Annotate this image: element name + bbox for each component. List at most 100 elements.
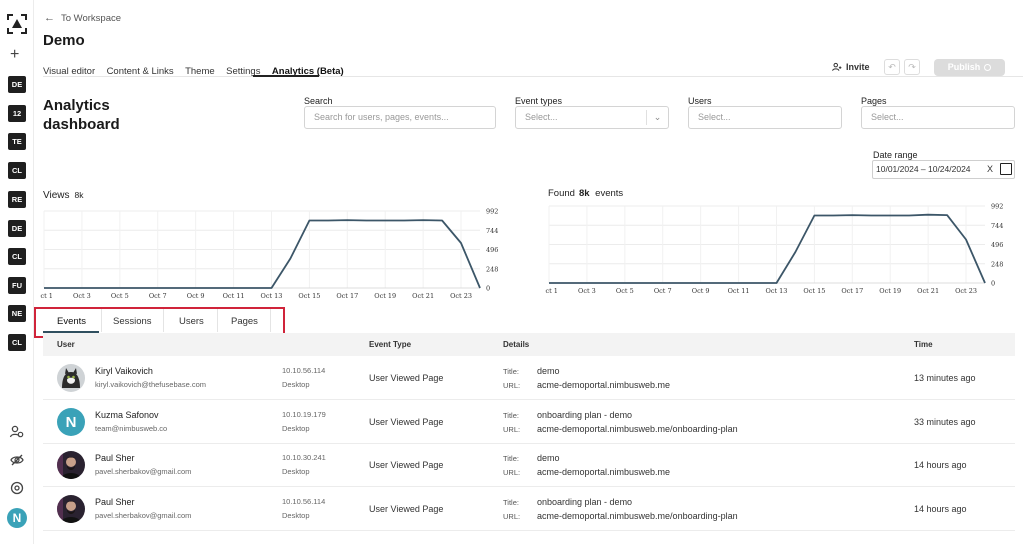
chevron-down-icon: ⌄: [646, 110, 668, 125]
person-avatar: [57, 494, 85, 523]
ip-address: 10.10.56.114: [282, 496, 326, 506]
event-time: 13 minutes ago: [914, 373, 976, 383]
y-tick-label: 496: [991, 241, 1003, 249]
users-select[interactable]: Select...: [688, 106, 842, 129]
x-tick-label: Oct 7: [149, 292, 167, 300]
column-details: Details: [503, 340, 530, 349]
tab-events[interactable]: Events: [57, 316, 86, 327]
users-label: Users: [688, 96, 712, 106]
device-type: Desktop: [282, 467, 310, 476]
x-tick-label: Oct 1: [545, 287, 558, 295]
back-to-workspace-link[interactable]: ← To Workspace: [44, 12, 121, 24]
tab-divider: [270, 309, 271, 332]
tab-sessions[interactable]: Sessions: [113, 316, 152, 327]
pages-select[interactable]: Select...: [861, 106, 1015, 129]
calendar-icon[interactable]: [1000, 163, 1012, 175]
events-label: events: [595, 188, 624, 199]
settings-icon[interactable]: [9, 480, 25, 496]
invite-users-icon: [832, 62, 842, 71]
page-chip[interactable]: 12: [8, 105, 26, 122]
page-chip[interactable]: CL: [8, 248, 26, 265]
person-avatar: [57, 451, 85, 479]
tab-users[interactable]: Users: [179, 316, 204, 327]
x-tick-label: Oct 9: [692, 287, 710, 295]
dashboard-title: Analytics dashboard: [43, 97, 120, 133]
page-url-value: acme-demoportal.nimbusweb.me/onboarding-…: [537, 423, 738, 434]
date-range-label: Date range: [873, 150, 918, 160]
page-chip[interactable]: RE: [8, 191, 26, 208]
x-tick-label: Oct 23: [955, 287, 977, 295]
status-dot-icon: [984, 64, 992, 71]
publish-button[interactable]: Publish: [934, 59, 1005, 76]
tab-divider: [217, 309, 218, 332]
date-range-value: 10/01/2024 – 10/24/2024: [876, 164, 971, 174]
user-name: Paul Sher: [95, 496, 135, 507]
redo-icon[interactable]: ↷: [904, 59, 920, 75]
x-tick-label: Oct 21: [412, 292, 434, 300]
tab-divider: [101, 309, 102, 332]
y-tick-label: 992: [991, 203, 1003, 211]
user-email: pavel.sherbakov@gmail.com: [95, 510, 192, 520]
x-tick-label: Oct 3: [578, 287, 596, 295]
x-tick-label: Oct 15: [803, 287, 825, 295]
views-chart-title: Views 8k: [43, 190, 83, 201]
x-tick-label: Oct 11: [223, 292, 245, 300]
x-tick-label: Oct 17: [841, 287, 863, 295]
page-chip[interactable]: DE: [8, 220, 26, 237]
user-avatar[interactable]: N: [7, 508, 27, 528]
views-chart: 0 248 496 744 992 Oct 1 Oct 3 Oct 5 Oct 7 Oct 9 Oc…: [40, 208, 498, 301]
page-chip[interactable]: TE: [8, 133, 26, 150]
user-name: Paul Sher: [95, 453, 135, 463]
device-type: Desktop: [282, 510, 310, 520]
clear-date-icon[interactable]: X: [987, 161, 993, 178]
event-time: 33 minutes ago: [914, 416, 976, 427]
page-title: Demo: [43, 32, 85, 49]
x-tick-label: Oct 19: [879, 287, 901, 295]
y-tick-label: 744: [991, 222, 1003, 230]
page-url-value: acme-demoportal.nimbusweb.me: [537, 467, 671, 477]
table-row[interactable]: N Kuzma Safonov team@nimbusweb.co 10.10.19.…: [43, 401, 1015, 444]
page-chip[interactable]: FU: [8, 277, 26, 294]
date-range-input[interactable]: 10/01/2024 – 10/24/2024 X: [872, 160, 1015, 179]
page-chip[interactable]: NE: [8, 305, 26, 322]
publish-label: Publish: [947, 62, 981, 72]
event-types-select[interactable]: Select... ⌄: [515, 106, 669, 129]
x-tick-label: Oct 9: [187, 292, 205, 300]
url-label: URL:: [503, 381, 521, 390]
title-label: Title:: [503, 410, 519, 420]
add-icon[interactable]: +: [10, 47, 19, 63]
event-type: User Viewed Page: [369, 416, 444, 427]
pages-label: Pages: [861, 96, 887, 106]
tab-pages[interactable]: Pages: [231, 316, 258, 327]
title-label: Title:: [503, 497, 519, 507]
x-tick-label: Oct 5: [111, 292, 129, 300]
user-name: Kuzma Safonov: [95, 409, 159, 420]
search-label: Search: [304, 96, 333, 106]
active-tab-indicator: [253, 75, 319, 77]
users-icon[interactable]: [9, 424, 25, 440]
page-chip[interactable]: CL: [8, 334, 26, 351]
page-chip[interactable]: DE: [8, 76, 26, 93]
user-name: Kiryl Vaikovich: [95, 366, 153, 376]
x-tick-label: Oct 13: [261, 292, 283, 300]
table-row[interactable]: Paul Sher pavel.sherbakov@gmail.com 10.10.…: [43, 444, 1015, 487]
eye-off-icon[interactable]: [9, 452, 25, 468]
left-rail: + DE 12 TE CL RE DE CL FU NE CL N: [0, 0, 34, 544]
x-tick-label: Oct 5: [616, 287, 634, 295]
search-input[interactable]: Search for users, pages, events...: [304, 106, 496, 129]
table-row[interactable]: Paul Sher pavel.sherbakov@gmail.com 10.10.…: [43, 488, 1015, 531]
cat-avatar: [57, 364, 85, 392]
x-tick-label: Oct 23: [450, 292, 472, 300]
undo-icon[interactable]: ↶: [884, 59, 900, 75]
table-row[interactable]: Kiryl Vaikovich kiryl.vaikovich@thefuseba…: [43, 357, 1015, 400]
app-logo-icon[interactable]: [6, 13, 28, 35]
x-tick-label: Oct 21: [917, 287, 939, 295]
invite-button[interactable]: Invite: [832, 62, 870, 72]
ip-address: 10.10.19.179: [282, 409, 326, 419]
column-event-type: Event Type: [369, 340, 412, 349]
tab-divider: [163, 309, 164, 332]
y-tick-label: 0: [486, 285, 490, 293]
page-url-value: acme-demoportal.nimbusweb.me/onboarding-…: [537, 510, 738, 521]
page-chip[interactable]: CL: [8, 162, 26, 179]
column-user: User: [57, 340, 75, 349]
